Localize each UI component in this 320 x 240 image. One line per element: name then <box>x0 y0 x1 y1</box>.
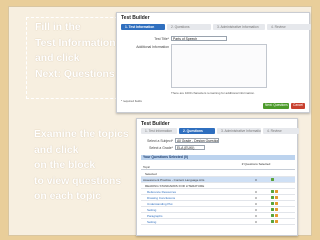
add-questions-icon[interactable] <box>275 220 278 223</box>
add-questions-icon[interactable] <box>275 208 278 211</box>
test-title-label: Test Title* <box>154 37 169 41</box>
tab-test-information[interactable]: 1. Test Information <box>141 128 177 134</box>
characters-remaining-text: There are 1000 characters remaining for … <box>171 91 255 95</box>
topic-label: READING STANDARDS FOR LITERATURE <box>145 183 205 188</box>
view-questions-icon[interactable] <box>271 190 274 193</box>
tab-questions[interactable]: 2. Questions <box>167 24 211 30</box>
subject-select[interactable]: All Grade - Design Question Bank <box>175 138 219 143</box>
note-line: and click <box>34 144 79 156</box>
questions-screenshot: Test Builder 1. Test Information 2. Ques… <box>136 118 299 236</box>
note-line: Fill in the <box>35 22 81 33</box>
test-title-input[interactable]: Parts of Speech <box>171 36 227 41</box>
cancel-button[interactable]: Cancel <box>291 103 305 109</box>
question-count: 0 <box>255 213 257 218</box>
note-line: on each topic <box>34 191 101 202</box>
note-line: and click <box>35 53 80 64</box>
note-line: Test Information <box>35 37 116 49</box>
view-questions-icon[interactable] <box>271 220 274 223</box>
topic-label: Selected <box>145 171 157 176</box>
step-tabs: 1. Test Information 2. Questions 3. Admi… <box>121 24 311 30</box>
topic-table: Selected Assessment Practice - Content L… <box>141 171 295 225</box>
question-count: 0 <box>255 219 257 224</box>
view-questions-icon[interactable] <box>271 178 274 181</box>
questions-selected-bar: Your Questions Selected (0) <box>141 155 295 160</box>
topic-table-header: Topic # Questions Selected <box>141 162 295 170</box>
grade-label: Select a Grade* <box>149 146 173 150</box>
topic-label[interactable]: Setting <box>141 208 241 212</box>
tab-review[interactable]: 4. Review <box>267 24 311 30</box>
topic-label[interactable]: Paragraphs <box>141 214 241 218</box>
instruction-note-topics: Examine the topics and click on the bloc… <box>26 127 129 205</box>
tab-review[interactable]: 4. Review <box>263 128 299 134</box>
topic-label[interactable]: Drawing Conclusions <box>141 196 241 200</box>
topic-column-header: Topic <box>143 165 151 169</box>
add-questions-icon[interactable] <box>275 202 278 205</box>
subject-label: Select a Subject* <box>147 139 173 143</box>
app-title: Test Builder <box>121 15 150 21</box>
view-questions-icon[interactable] <box>271 196 274 199</box>
topic-label[interactable]: Setting <box>141 220 241 224</box>
grade-select[interactable]: ELA (EUKI) <box>175 145 205 150</box>
view-questions-icon[interactable] <box>271 202 274 205</box>
next-questions-button[interactable]: Next: Questions <box>263 103 289 109</box>
question-count: 0 <box>255 195 257 200</box>
note-line: Next: Questions <box>35 68 115 80</box>
note-line: to view questions <box>34 175 122 187</box>
tab-questions[interactable]: 2. Questions <box>179 128 215 134</box>
add-questions-icon[interactable] <box>275 196 278 199</box>
app-title: Test Builder <box>141 121 170 127</box>
table-row[interactable]: Setting 0 <box>141 219 295 225</box>
add-questions-icon[interactable] <box>275 214 278 217</box>
tab-administrative-information[interactable]: 3. Administrative Information <box>217 128 261 134</box>
note-line: Examine the topics <box>34 129 129 140</box>
topic-label[interactable]: Reference Resources <box>141 190 241 194</box>
add-questions-icon[interactable] <box>275 190 278 193</box>
question-count: 0 <box>255 177 257 182</box>
required-fields-note: * required fields <box>121 99 142 103</box>
tab-administrative-information[interactable]: 3. Administrative Information <box>213 24 265 30</box>
question-count: 0 <box>255 207 257 212</box>
additional-information-label: Additional Information <box>136 45 169 49</box>
question-count: 0 <box>255 201 257 206</box>
additional-information-textarea[interactable] <box>171 44 267 88</box>
tab-test-information[interactable]: 1. Test Information <box>121 24 165 30</box>
question-count: 0 <box>255 189 257 194</box>
topic-label[interactable]: Understanding Plot <box>141 202 241 206</box>
view-questions-icon[interactable] <box>271 208 274 211</box>
instruction-note-test-information: Fill in the Test Information and click N… <box>26 17 128 99</box>
view-questions-icon[interactable] <box>271 214 274 217</box>
step-tabs: 1. Test Information 2. Questions 3. Admi… <box>141 128 299 134</box>
questions-column-header: # Questions Selected <box>241 162 271 166</box>
note-line: on the block <box>34 160 96 171</box>
test-information-screenshot: Test Builder 1. Test Information 2. Ques… <box>116 12 311 113</box>
topic-label[interactable]: Assessment Practice - Content Language A… <box>141 178 241 182</box>
